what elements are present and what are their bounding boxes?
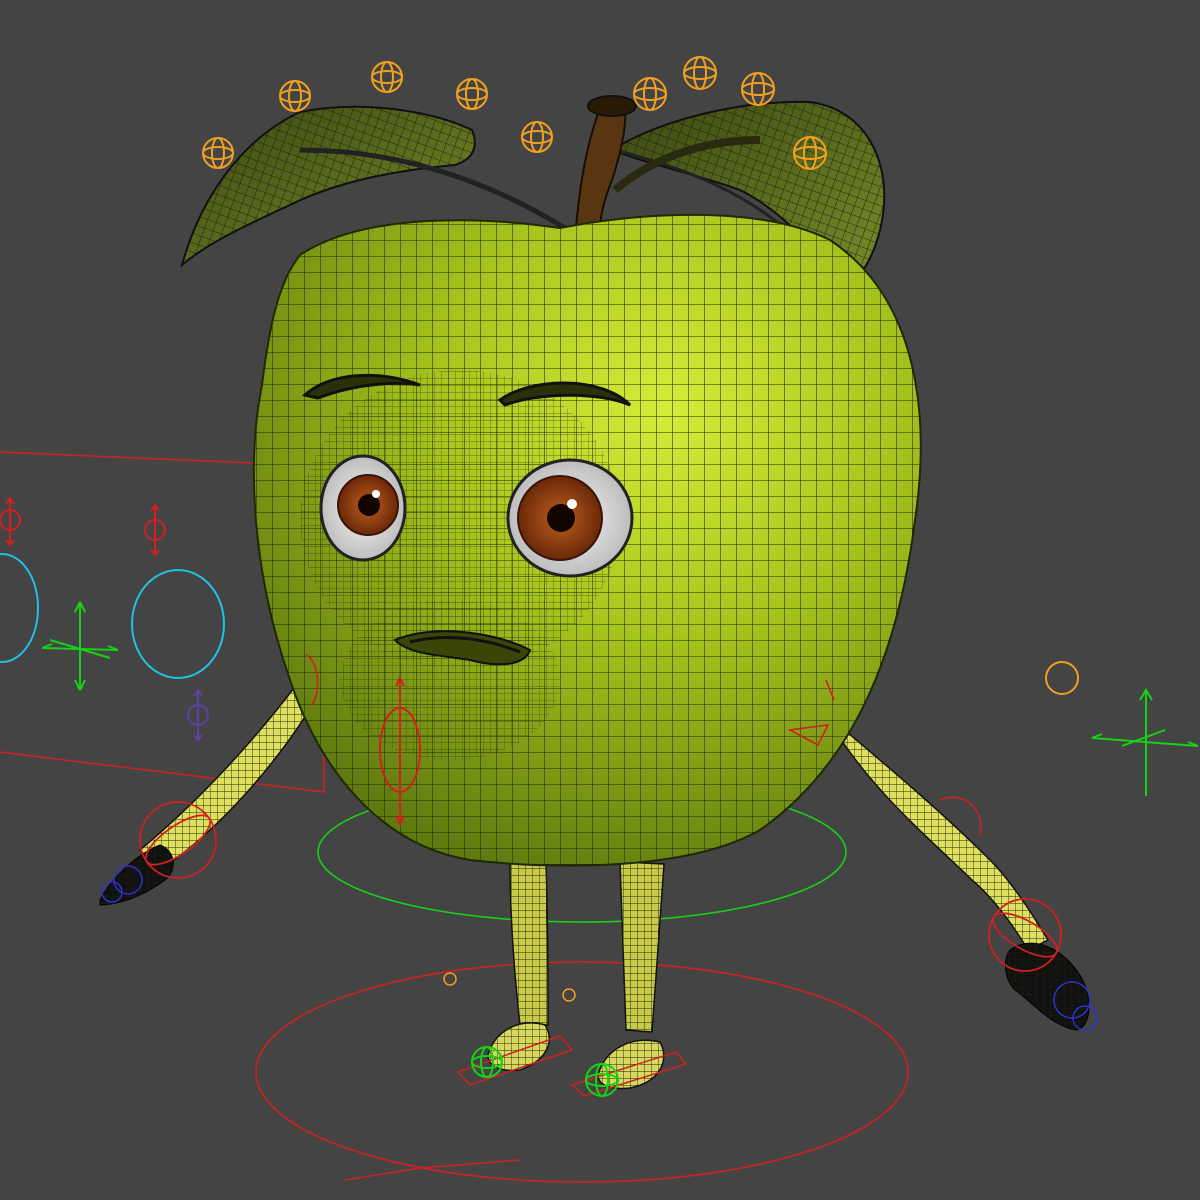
eye-left[interactable]	[319, 454, 407, 562]
leaf-control-sphere	[371, 61, 403, 93]
brow-control-right[interactable]	[144, 503, 166, 557]
arm-right[interactable]	[819, 704, 1090, 1031]
eye-target-right[interactable]	[131, 569, 225, 679]
jaw-control[interactable]	[187, 688, 209, 742]
leaf-control-sphere	[521, 121, 553, 153]
eye-right[interactable]	[506, 458, 634, 578]
eye-target-master[interactable]	[41, 601, 119, 691]
brow-control-left[interactable]	[0, 496, 21, 547]
scene-canvas[interactable]	[0, 0, 1200, 1200]
knee-pole-left[interactable]	[443, 972, 457, 986]
right-point-helper[interactable]	[1091, 688, 1199, 796]
apple-stem[interactable]	[574, 95, 637, 234]
look-at-target[interactable]	[1045, 661, 1079, 695]
root-control-circle[interactable]	[255, 961, 909, 1183]
knee-pole-right[interactable]	[562, 988, 576, 1002]
leaf-control-sphere	[683, 56, 717, 90]
leaf-control-sphere	[202, 137, 234, 169]
arm-left[interactable]	[99, 678, 319, 906]
leg-right[interactable]	[597, 861, 665, 1090]
leaf-control-sphere	[741, 72, 775, 106]
leaf-control-sphere	[456, 78, 488, 110]
eye-target-left[interactable]	[0, 553, 39, 663]
3d-viewport[interactable]	[0, 0, 1200, 1200]
leaf-control-sphere	[279, 80, 311, 112]
leaf-control-sphere	[633, 77, 667, 111]
